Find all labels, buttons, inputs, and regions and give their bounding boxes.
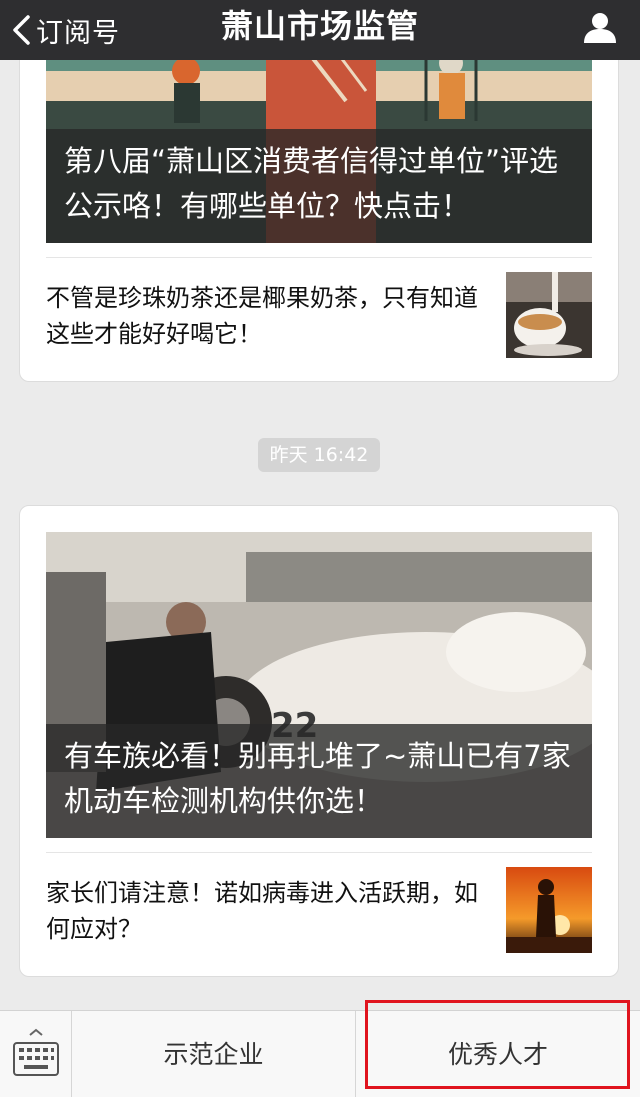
back-label: 订阅号 (36, 17, 120, 49)
article-card-2: 22 有车族必看！别再扎堆了~萧山已有7家机动车检测机构供你选！ 家长们请注意！… (19, 505, 619, 977)
cover-title-1[interactable]: 第八届“萧山区消费者信得过单位”评选公示咯！有哪些单位？快点击！ (46, 129, 592, 243)
keyboard-icon (13, 1028, 59, 1076)
thumbnail-milk-tea-image (506, 272, 592, 358)
article-title-4: 家长们请注意！诺如病毒进入活跃期，如何应对？ (46, 879, 478, 943)
article-card-1: 第八届“萧山区消费者信得过单位”评选公示咯！有哪些单位？快点击！ 不管是珍珠奶茶… (19, 10, 619, 382)
keyboard-toggle-button[interactable] (0, 1011, 72, 1097)
article-title-2: 不管是珍珠奶茶还是椰果奶茶，只有知道这些才能好好喝它！ (46, 284, 478, 348)
back-button[interactable]: 订阅号 (10, 8, 120, 52)
message-feed[interactable]: 第八届“萧山区消费者信得过单位”评选公示咯！有哪些单位？快点击！ 不管是珍珠奶茶… (0, 0, 640, 1010)
cover-article-3[interactable]: 22 有车族必看！别再扎堆了~萧山已有7家机动车检测机构供你选！ (46, 532, 592, 838)
bottom-menu-bar: 示范企业 优秀人才 (0, 1010, 640, 1097)
person-icon[interactable] (582, 10, 618, 44)
article-item-4[interactable]: 家长们请注意！诺如病毒进入活跃期，如何应对？ (46, 852, 592, 964)
thumbnail-sunset-image (506, 867, 592, 953)
message-timestamp: 昨天 16:42 (258, 438, 380, 472)
menu-item-demo-enterprise[interactable]: 示范企业 (72, 1011, 356, 1097)
chevron-left-icon (13, 15, 30, 45)
cover-title-3[interactable]: 有车族必看！别再扎堆了~萧山已有7家机动车检测机构供你选！ (46, 724, 592, 838)
article-item-2[interactable]: 不管是珍珠奶茶还是椰果奶茶，只有知道这些才能好好喝它！ (46, 257, 592, 369)
top-navigation-bar: 订阅号 萧山市场监管 (0, 0, 640, 60)
menu-item-outstanding-talent[interactable]: 优秀人才 (356, 1011, 640, 1097)
